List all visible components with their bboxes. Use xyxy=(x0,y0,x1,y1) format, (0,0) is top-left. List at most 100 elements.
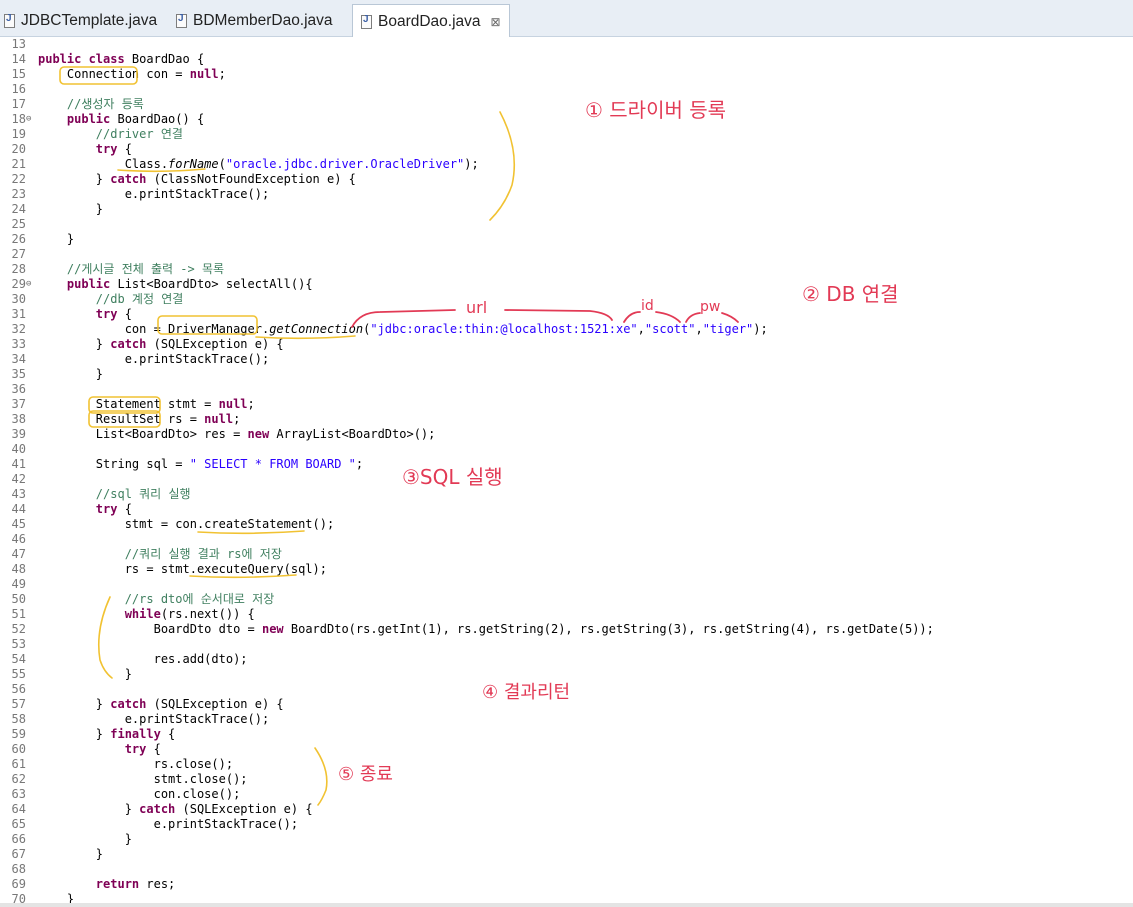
code-text: } catch (SQLException e) { xyxy=(38,802,313,817)
code-text: } catch (SQLException e) { xyxy=(38,337,284,352)
line-number: 35 xyxy=(11,367,26,381)
code-text: } xyxy=(38,892,74,903)
fold-toggle-icon[interactable]: ⊖ xyxy=(26,112,31,127)
line-number: 38 xyxy=(11,412,26,426)
code-text: String sql = " SELECT * FROM BOARD "; xyxy=(38,457,363,472)
code-token: new xyxy=(247,427,270,441)
code-text: res.add(dto); xyxy=(38,652,248,667)
code-token: Class. xyxy=(38,157,169,171)
code-token: rs = stmt.executeQuery(sql); xyxy=(38,562,327,576)
tab-bdmemberdao[interactable]: BDMemberDao.java xyxy=(168,5,341,37)
code-text: } xyxy=(38,367,103,382)
line-number: 49 xyxy=(11,577,26,591)
code-text: } catch (ClassNotFoundException e) { xyxy=(38,172,356,187)
tab-label: BDMemberDao.java xyxy=(193,12,333,29)
code-token: e.printStackTrace(); xyxy=(38,352,270,366)
horizontal-scrollbar[interactable] xyxy=(0,903,1133,907)
code-token: while xyxy=(124,607,161,621)
code-token: ; xyxy=(355,457,364,471)
code-text: stmt = con.createStatement(); xyxy=(38,517,335,532)
code-text: public BoardDao() { xyxy=(38,112,204,127)
java-file-icon xyxy=(361,14,372,29)
code-text: } catch (SQLException e) { xyxy=(38,697,284,712)
code-token: try xyxy=(95,307,118,321)
code-token: } xyxy=(38,667,132,681)
close-tab-icon[interactable]: ⊠ xyxy=(491,15,501,29)
code-token: "scott" xyxy=(644,322,696,336)
annotation-step4: ④ 결과리턴 xyxy=(482,682,571,703)
code-token: " SELECT * FROM BOARD " xyxy=(189,457,356,471)
editor-tab-bar: JDBCTemplate.java BDMemberDao.java Board… xyxy=(0,0,1133,38)
code-token: BoardDao { xyxy=(131,52,205,66)
line-number: 47 xyxy=(11,547,26,561)
code-token: stmt.close(); xyxy=(38,772,248,786)
code-token: null xyxy=(189,67,219,81)
code-token: stmt = con.createStatement(); xyxy=(38,517,335,531)
line-number: 17 xyxy=(11,97,26,111)
tab-jdbctemplate[interactable]: JDBCTemplate.java xyxy=(0,5,165,37)
line-number: 29 xyxy=(11,277,26,291)
code-token: (SQLException e) { xyxy=(146,337,284,351)
code-token: new xyxy=(261,622,284,636)
code-text: con.close(); xyxy=(38,787,241,802)
code-token: , xyxy=(637,322,645,336)
code-text: } xyxy=(38,232,74,247)
code-text: Connection con = null; xyxy=(38,67,226,82)
line-number: 19 xyxy=(11,127,26,141)
code-token: finally xyxy=(110,727,161,741)
code-token: String sql = xyxy=(38,457,190,471)
line-number: 54 xyxy=(11,652,26,666)
line-number: 66 xyxy=(11,832,26,846)
line-number: 57 xyxy=(11,697,26,711)
code-token: Statement stmt = xyxy=(38,397,219,411)
code-text: //driver 연결 xyxy=(38,127,183,142)
code-token: try xyxy=(95,142,118,156)
code-token: e.printStackTrace(); xyxy=(38,817,299,831)
code-text: rs = stmt.executeQuery(sql); xyxy=(38,562,327,577)
code-text: ResultSet rs = null; xyxy=(38,412,241,427)
code-token: public class xyxy=(38,52,132,66)
code-text: try { xyxy=(38,307,132,322)
code-text: e.printStackTrace(); xyxy=(38,187,270,202)
line-number: 33 xyxy=(11,337,26,351)
code-text: public class BoardDao { xyxy=(38,52,204,67)
fold-toggle-icon[interactable]: ⊖ xyxy=(26,277,31,292)
line-number: 64 xyxy=(11,802,26,816)
line-number: 37 xyxy=(11,397,26,411)
tab-boarddao[interactable]: BoardDao.java ⊠ xyxy=(352,4,510,38)
code-token: res; xyxy=(139,877,176,891)
code-token: } xyxy=(38,802,140,816)
code-token: (SQLException e) { xyxy=(175,802,313,816)
line-number: 51 xyxy=(11,607,26,621)
line-number: 36 xyxy=(11,382,26,396)
code-token: ); xyxy=(464,157,479,171)
annotation-pw: pw xyxy=(700,299,721,315)
code-text: List<BoardDto> res = new ArrayList<Board… xyxy=(38,427,436,442)
code-token: catch xyxy=(110,697,147,711)
code-token: (SQLException e) { xyxy=(146,697,284,711)
code-token: rs.close(); xyxy=(38,757,234,771)
code-token: //게시글 전체 출력 -> 목록 xyxy=(66,262,225,276)
code-token: } xyxy=(38,172,111,186)
code-token: List<BoardDto> selectAll(){ xyxy=(117,277,313,291)
code-text: //sql 쿼리 실행 xyxy=(38,487,191,502)
code-token: List<BoardDto> res = xyxy=(38,427,248,441)
code-text: stmt.close(); xyxy=(38,772,248,787)
line-number: 67 xyxy=(11,847,26,861)
line-number: 15 xyxy=(11,67,26,81)
code-text: try { xyxy=(38,142,132,157)
code-editor[interactable]: 13 14 public class BoardDao {15 Connection… xyxy=(0,37,1133,903)
code-token: Connection con = xyxy=(38,67,190,81)
code-token: "jdbc:oracle:thin:@localhost:1521:xe" xyxy=(370,322,638,336)
code-token: ; xyxy=(218,67,226,81)
annotation-step5: ⑤ 종료 xyxy=(338,764,393,785)
line-number: 56 xyxy=(11,682,26,696)
code-token: try xyxy=(124,742,147,756)
line-number: 28 xyxy=(11,262,26,276)
code-text: while(rs.next()) { xyxy=(38,607,255,622)
